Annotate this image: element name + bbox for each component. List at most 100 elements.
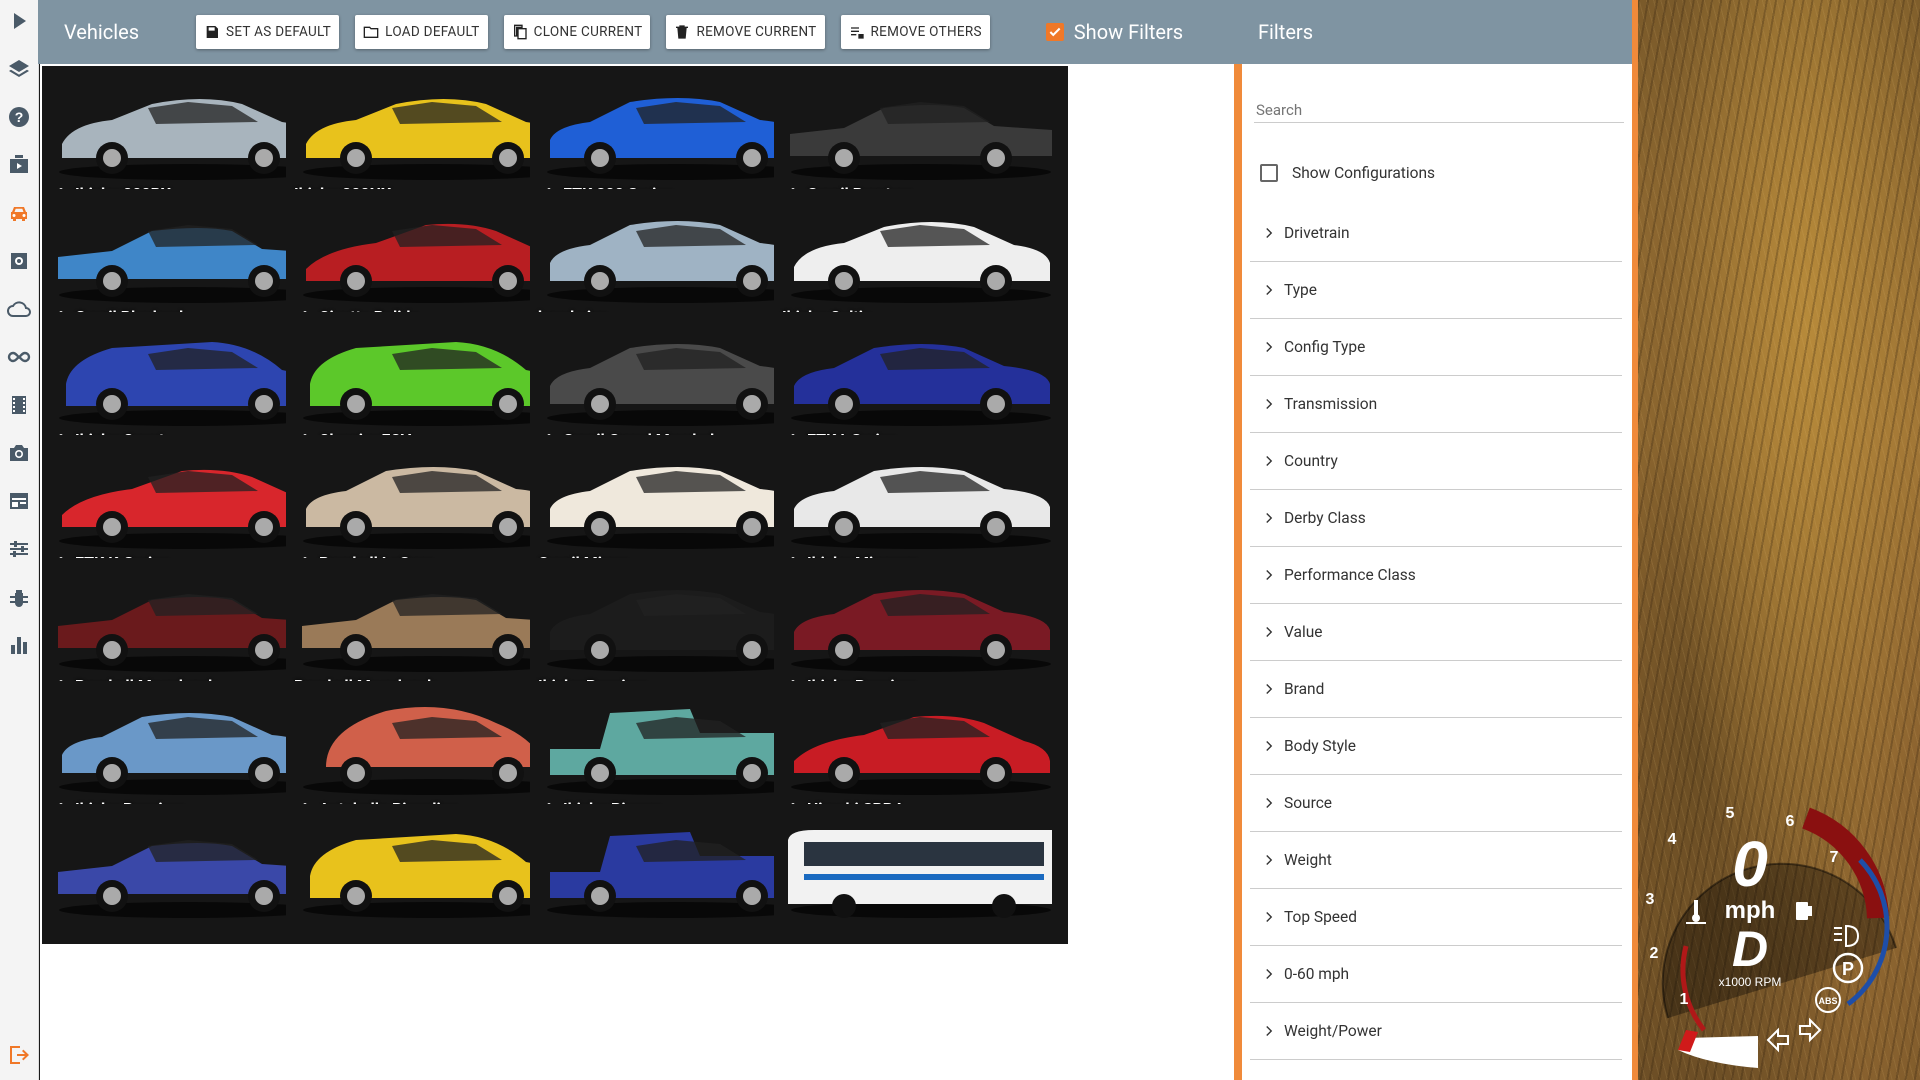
set-as-default-button[interactable]: SET AS DEFAULT [196, 15, 340, 49]
abs-icon: ABS [1815, 987, 1841, 1013]
filter-item[interactable]: Body Style [1250, 717, 1622, 775]
chevron-right-icon [1266, 398, 1273, 409]
vehicle-tile[interactable]: Hirochi SBR4 [774, 681, 1068, 821]
scrollbar-track-left [1234, 64, 1242, 1080]
svg-text:ABS: ABS [1818, 996, 1837, 1006]
scenario-icon[interactable] [4, 150, 34, 180]
vehicle-thumbnail [303, 834, 563, 918]
vehicle-thumbnail [788, 830, 1052, 918]
help-icon[interactable]: ? [4, 102, 34, 132]
copy-icon [513, 24, 527, 40]
sliders-icon[interactable] [4, 534, 34, 564]
vehicle-thumbnail [58, 840, 320, 918]
vehicles-header: Vehicles SET AS DEFAULT LOAD DEFAULT CLO… [38, 0, 1232, 64]
svg-text:P: P [1842, 959, 1854, 979]
search-field[interactable] [1254, 100, 1628, 123]
search-input[interactable] [1254, 100, 1628, 120]
remove-others-button[interactable]: REMOVE OTHERS [840, 15, 990, 49]
vehicle-thumbnail [58, 594, 320, 672]
vehicle-icon[interactable] [4, 198, 34, 228]
gauge-tick-label: 5 [1726, 805, 1735, 822]
vehicle-tile[interactable]: Ibishu Miramar [774, 435, 1068, 575]
chevron-right-icon [1266, 1025, 1273, 1036]
gallery-icon[interactable] [4, 486, 34, 516]
save-icon [206, 26, 218, 38]
exit-icon[interactable] [4, 1040, 34, 1070]
vehicle-thumbnail [791, 344, 1051, 426]
filter-item[interactable]: Country [1250, 432, 1622, 490]
gauge-tick-label: 1 [1680, 991, 1689, 1008]
filter-item[interactable]: 0-60 mph [1250, 945, 1622, 1003]
vehicle-tile[interactable]: ETK I-Series [774, 312, 1068, 452]
filters-title: Filters [1258, 20, 1314, 44]
speed-unit: mph [1725, 897, 1776, 924]
filter-item[interactable]: Weight [1250, 831, 1622, 889]
vehicle-thumbnail [59, 99, 319, 180]
filter-item[interactable]: Performance Class [1250, 546, 1622, 604]
chevron-right-icon [1266, 569, 1273, 580]
filter-item[interactable]: Off Road Score [1250, 1059, 1622, 1080]
gauge-tick-label: 4 [1668, 831, 1677, 848]
filters-header: Filters [1232, 0, 1636, 64]
chevron-right-icon [1266, 968, 1273, 979]
filter-item[interactable]: Value [1250, 603, 1622, 661]
vehicle-thumbnail [791, 467, 1051, 549]
filter-item[interactable]: Transmission [1250, 375, 1622, 433]
vehicle-thumbnail [303, 223, 563, 303]
app-sidebar: ? [0, 0, 39, 1080]
bug-icon[interactable] [4, 582, 34, 612]
vehicle-thumbnail [547, 344, 807, 426]
vehicle-tile[interactable]: Ibishu Celtia [774, 189, 1068, 329]
gauge-tick-label: 6 [1786, 813, 1795, 830]
vehicle-thumbnail [303, 467, 563, 549]
rpm-label: x1000 RPM [1719, 975, 1782, 989]
chevron-right-icon [1266, 284, 1273, 295]
camera-icon[interactable] [4, 438, 34, 468]
filter-item[interactable]: Derby Class [1250, 489, 1622, 547]
filter-item[interactable]: Config Type [1250, 318, 1622, 376]
vehicle-thumbnail [791, 590, 1051, 672]
svg-text:?: ? [15, 109, 24, 125]
show-filters-toggle[interactable]: Show Filters [1045, 20, 1183, 44]
gauge-tick-label: 3 [1646, 891, 1655, 908]
chevron-right-icon [1266, 512, 1273, 523]
filter-item[interactable]: Type [1250, 261, 1622, 319]
clone-current-button[interactable]: CLONE CURRENT [503, 15, 651, 49]
chevron-right-icon [1266, 341, 1273, 352]
clear-list-icon [850, 27, 864, 39]
vehicle-thumbnail [58, 225, 320, 303]
layers-icon[interactable] [4, 54, 34, 84]
vehicle-thumbnail [547, 590, 807, 672]
chevron-right-icon [1266, 683, 1273, 694]
filter-item[interactable]: Weight/Power [1250, 1002, 1622, 1060]
checkbox-unchecked-icon [1260, 164, 1278, 182]
chevron-right-icon [1266, 455, 1273, 466]
vehicle-thumbnail [303, 707, 563, 795]
filter-item[interactable]: Brand [1250, 660, 1622, 718]
play-icon[interactable] [4, 6, 34, 36]
speed-readout: 0 [1732, 828, 1768, 900]
filter-item[interactable]: Source [1250, 774, 1622, 832]
vehicle-thumbnail [59, 713, 319, 795]
vehicle-tile[interactable] [774, 804, 1068, 944]
remove-current-button[interactable]: REMOVE CURRENT [666, 15, 825, 49]
filter-item[interactable]: Drivetrain [1250, 204, 1622, 262]
show-configurations-checkbox[interactable]: Show Configurations [1260, 164, 1435, 182]
vehicle-thumbnail [791, 715, 1051, 795]
vehicle-thumbnail [547, 467, 807, 549]
chevron-right-icon [1266, 854, 1273, 865]
infinity-icon[interactable] [4, 342, 34, 372]
film-icon[interactable] [4, 390, 34, 420]
speedometer-gauge: 1 2 3 4 5 6 7 0 mph D x1000 RPM P ABS [1646, 805, 1897, 1068]
load-default-button[interactable]: LOAD DEFAULT [355, 15, 488, 49]
gauge-tick-label: 7 [1830, 849, 1839, 866]
vehicle-tile[interactable]: Gavril Barstow [774, 66, 1068, 206]
vehicle-thumbnail [303, 342, 563, 426]
vehicle-tile[interactable]: Ibishu Pessima [774, 558, 1068, 698]
stats-icon[interactable] [4, 630, 34, 660]
gear-indicator: D [1732, 921, 1768, 977]
folder-icon [363, 26, 379, 38]
filter-item[interactable]: Top Speed [1250, 888, 1622, 946]
tuning-icon[interactable] [4, 246, 34, 276]
cloud-icon[interactable] [4, 294, 34, 324]
